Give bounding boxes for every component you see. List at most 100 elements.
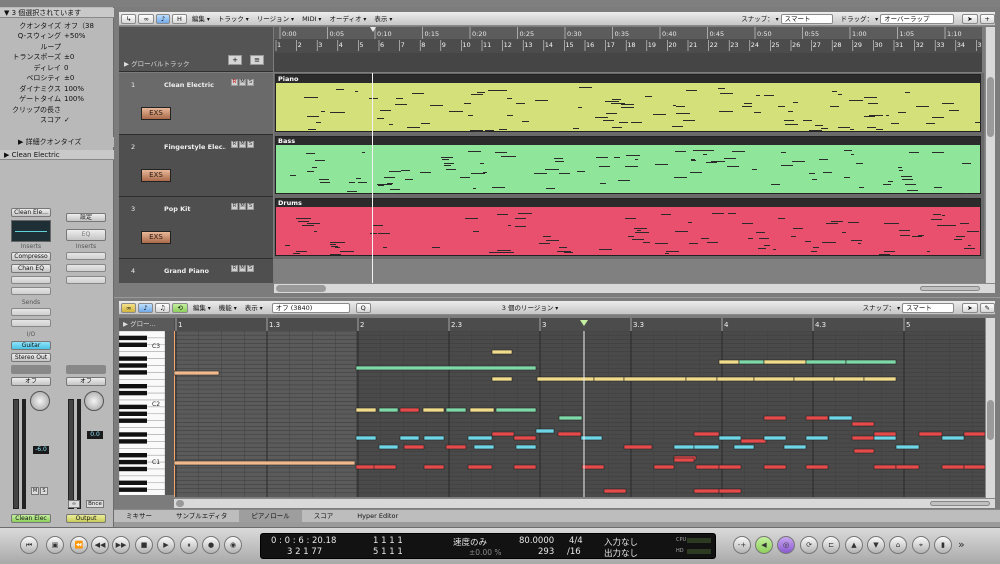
midi-note[interactable]: [473, 444, 495, 450]
mute-button[interactable]: M: [31, 487, 39, 495]
solo-icon[interactable]: ◀: [755, 536, 773, 554]
midi-note[interactable]: [851, 435, 875, 441]
param-value[interactable]: +50%: [64, 32, 112, 40]
pencil-tool-icon[interactable]: +: [979, 13, 995, 24]
autopunch-icon[interactable]: ◎: [777, 536, 795, 554]
pan-knob[interactable]: [30, 391, 50, 411]
eq-button[interactable]: EQ: [66, 229, 106, 241]
midi-note[interactable]: [718, 488, 742, 494]
mute-button[interactable]: M: [239, 79, 246, 86]
midi-note[interactable]: [895, 444, 920, 450]
midi-note[interactable]: [763, 464, 787, 470]
pan-knob[interactable]: [84, 391, 104, 411]
pr-vertical-scrollbar[interactable]: [985, 318, 995, 499]
midi-note[interactable]: [851, 421, 875, 427]
insert-slot-empty[interactable]: [66, 276, 106, 284]
param-row[interactable]: Q-スウィング +50%: [2, 32, 112, 41]
pr-horizontal-scrollbar[interactable]: [174, 498, 995, 508]
midi-note[interactable]: [399, 407, 420, 413]
black-key[interactable]: [119, 363, 147, 368]
track-header[interactable]: 2 Fingerstyle Elec... R M S EXS: [119, 135, 273, 197]
note-grid[interactable]: [174, 331, 985, 497]
catch-icon[interactable]: ↳: [121, 13, 137, 24]
link-icon[interactable]: ∞: [121, 302, 137, 313]
pianoroll-menu-2[interactable]: 表示: [242, 303, 266, 313]
catch-icon[interactable]: ⟲: [172, 302, 188, 313]
midi-note[interactable]: [355, 435, 377, 441]
volume-fader[interactable]: [13, 399, 19, 509]
pr-global-tracks[interactable]: ▶ グロー...: [119, 318, 174, 331]
advanced-quantize[interactable]: ▶ 詳細クオンタイズ: [0, 137, 114, 147]
pianoroll-menu-0[interactable]: 編集: [190, 303, 214, 313]
black-key[interactable]: [119, 335, 147, 341]
midi-note[interactable]: [623, 376, 687, 382]
arrange-vertical-scrollbar[interactable]: [985, 27, 995, 283]
insert-slot-empty[interactable]: [11, 276, 51, 284]
volume-fader[interactable]: [68, 399, 74, 509]
midi-note[interactable]: [491, 376, 513, 382]
track-header[interactable]: 4 Grand Piano R M S: [119, 259, 273, 283]
midi-note[interactable]: [828, 415, 853, 421]
midi-note[interactable]: [423, 464, 445, 470]
midi-note[interactable]: [536, 376, 595, 382]
black-key[interactable]: [119, 453, 147, 458]
region-bass[interactable]: Bass: [275, 136, 981, 194]
midi-note[interactable]: [469, 407, 495, 413]
track-header[interactable]: 3 Pop Kit R M S EXS: [119, 197, 273, 259]
midi-note[interactable]: [557, 431, 582, 437]
solo-button[interactable]: S: [247, 265, 254, 272]
midi-note[interactable]: [378, 444, 399, 450]
midi-note[interactable]: [793, 376, 835, 382]
track-header[interactable]: 1 Clean Electric R M S EXS: [119, 73, 273, 135]
add-track-icon[interactable]: +: [228, 55, 242, 65]
midi-note[interactable]: [495, 407, 537, 413]
midi-note[interactable]: [593, 376, 625, 382]
midi-note[interactable]: [653, 464, 675, 470]
midi-note[interactable]: [558, 415, 583, 421]
arrange-menu-1[interactable]: トラック: [215, 14, 252, 24]
black-key[interactable]: [119, 432, 147, 437]
hide-button[interactable]: H: [172, 13, 187, 24]
midi-note[interactable]: [355, 407, 377, 413]
group-slot[interactable]: [11, 365, 51, 374]
send-slot[interactable]: [11, 308, 51, 316]
black-key[interactable]: [119, 480, 147, 485]
piano-keyboard[interactable]: C3 C2 C1: [119, 331, 165, 495]
midi-note[interactable]: [895, 464, 920, 470]
midi-note[interactable]: [685, 376, 718, 382]
param-value[interactable]: オフ（38: [64, 21, 112, 31]
black-key[interactable]: [119, 466, 147, 472]
param-row[interactable]: クリップの長さ: [2, 105, 112, 114]
replace-icon[interactable]: -+: [733, 536, 751, 554]
midi-note[interactable]: [833, 376, 865, 382]
param-row[interactable]: トランスポーズ ±0: [2, 53, 112, 62]
snap-select[interactable]: スマート: [780, 13, 833, 24]
arrange-menu-2[interactable]: リージョン: [254, 14, 297, 24]
quantize-select[interactable]: オフ (3840): [271, 302, 350, 313]
black-key[interactable]: [119, 487, 147, 492]
param-row[interactable]: ループ: [2, 42, 112, 51]
midi-note[interactable]: [873, 435, 897, 441]
play-icon[interactable]: ▶: [157, 536, 175, 554]
black-key[interactable]: [119, 418, 147, 423]
tab-2[interactable]: ピアノロール: [239, 510, 302, 522]
midi-note[interactable]: [763, 415, 787, 421]
param-row[interactable]: ディレイ 0: [2, 63, 112, 72]
solo-button[interactable]: S: [247, 203, 254, 210]
param-value[interactable]: 100%: [64, 85, 112, 93]
param-row[interactable]: ダイナミクス 100%: [2, 84, 112, 93]
output-setting-button[interactable]: 設定: [66, 213, 106, 222]
automation-mode-button[interactable]: オフ: [66, 377, 106, 386]
punch-icon[interactable]: ⊏: [822, 536, 840, 554]
insert-slot-empty[interactable]: [66, 252, 106, 260]
forward-icon[interactable]: ▶▶: [112, 536, 130, 554]
insert-slot-empty[interactable]: [11, 287, 51, 295]
midi-note[interactable]: [673, 457, 695, 463]
midi-note[interactable]: [623, 444, 653, 450]
param-row[interactable]: ゲートタイム 100%: [2, 95, 112, 104]
midi-in-icon[interactable]: ♪: [138, 302, 153, 313]
midi-note[interactable]: [673, 444, 695, 450]
record-enable-button[interactable]: R: [231, 79, 238, 86]
black-key[interactable]: [119, 342, 147, 347]
disclosure-triangle-icon[interactable]: ▶: [4, 151, 12, 159]
